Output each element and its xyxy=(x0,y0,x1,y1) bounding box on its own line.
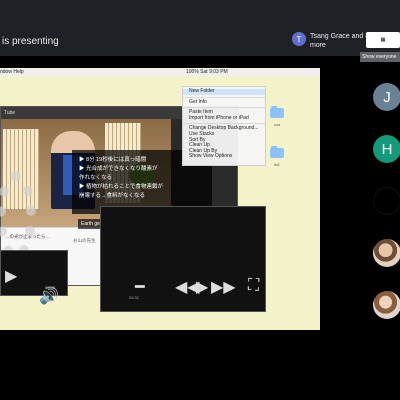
participant-photo-avatar[interactable] xyxy=(373,291,400,319)
subtitle-line: ▶ 植物が枯れることで食物連鎖が xyxy=(79,184,163,190)
show-everyone-tooltip: Show everyone xyxy=(360,52,400,62)
quicktime-player-window: ━ ◀◀ ▶ ▶▶ ⛶ 00:31 xyxy=(100,206,266,312)
quicktime-time: 00:31 xyxy=(129,295,140,300)
play-button[interactable]: ▶ xyxy=(196,277,208,297)
menu-separator xyxy=(183,96,265,98)
presenter-avatar[interactable]: T xyxy=(292,32,306,46)
menu-separator xyxy=(183,123,265,125)
participant-avatar-empty[interactable] xyxy=(373,187,400,215)
folder-icon[interactable] xyxy=(270,146,284,158)
participant-avatar-j[interactable]: J xyxy=(373,83,400,111)
folder-icon[interactable] xyxy=(270,106,284,118)
presenting-text: is presenting xyxy=(2,36,59,47)
subtitle-line: ▶ 光合成ができなくなり酸素が xyxy=(79,166,158,172)
meeting-topbar: is presenting T Tsang Grace and 8 more ▦… xyxy=(0,0,400,62)
folder-label: ddl xyxy=(274,162,280,167)
fullscreen-icon[interactable]: ⛶ xyxy=(248,277,259,295)
desktop-context-menu: New Folder Get Info Paste Item Import fr… xyxy=(182,86,266,166)
menubar-left: ndow Help xyxy=(0,69,24,75)
menu-item-get-info[interactable]: Get Info xyxy=(183,99,265,106)
mac-menubar: ndow Help 100% Sat 9:03 PM xyxy=(0,68,320,76)
grid-icon: ▦ xyxy=(380,37,386,43)
menubar-right: 100% Sat 9:03 PM xyxy=(186,69,228,75)
subtitle-line: 作れなくなる xyxy=(79,175,113,181)
participant-names: Tsang Grace and 8 more xyxy=(310,33,370,49)
volume-slider-icon[interactable]: ━ xyxy=(135,277,145,297)
folder-label: vos xyxy=(274,122,281,127)
menu-item-show-view-options[interactable]: Show View Options xyxy=(183,154,265,160)
left-player-controls: ▶ 🔊 00:02 xyxy=(0,250,68,305)
video-caption: お山の先生 xyxy=(73,238,96,243)
participant-photo-avatar[interactable] xyxy=(373,239,400,267)
menu-separator xyxy=(183,107,265,109)
subtitle-line: 崩壊する→食料がなくなる xyxy=(79,193,146,199)
show-everyone-button[interactable]: ▦ xyxy=(366,32,400,48)
play-icon[interactable]: ▶ xyxy=(5,268,17,285)
participant-avatar-h[interactable]: H xyxy=(373,135,400,163)
quicktime-controls: ━ ◀◀ ▶ ▶▶ ⛶ xyxy=(105,277,261,296)
left-player-row: ▶ 🔊 xyxy=(5,266,63,305)
volume-icon[interactable]: 🔊 xyxy=(39,288,59,305)
menu-item-import-iphone[interactable]: Import from iPhone or iPad xyxy=(183,115,265,122)
menu-item-new-folder[interactable]: New Folder xyxy=(183,88,265,95)
fast-forward-icon[interactable]: ▶▶ xyxy=(211,277,236,297)
left-player-time: 00:02 xyxy=(45,285,56,290)
